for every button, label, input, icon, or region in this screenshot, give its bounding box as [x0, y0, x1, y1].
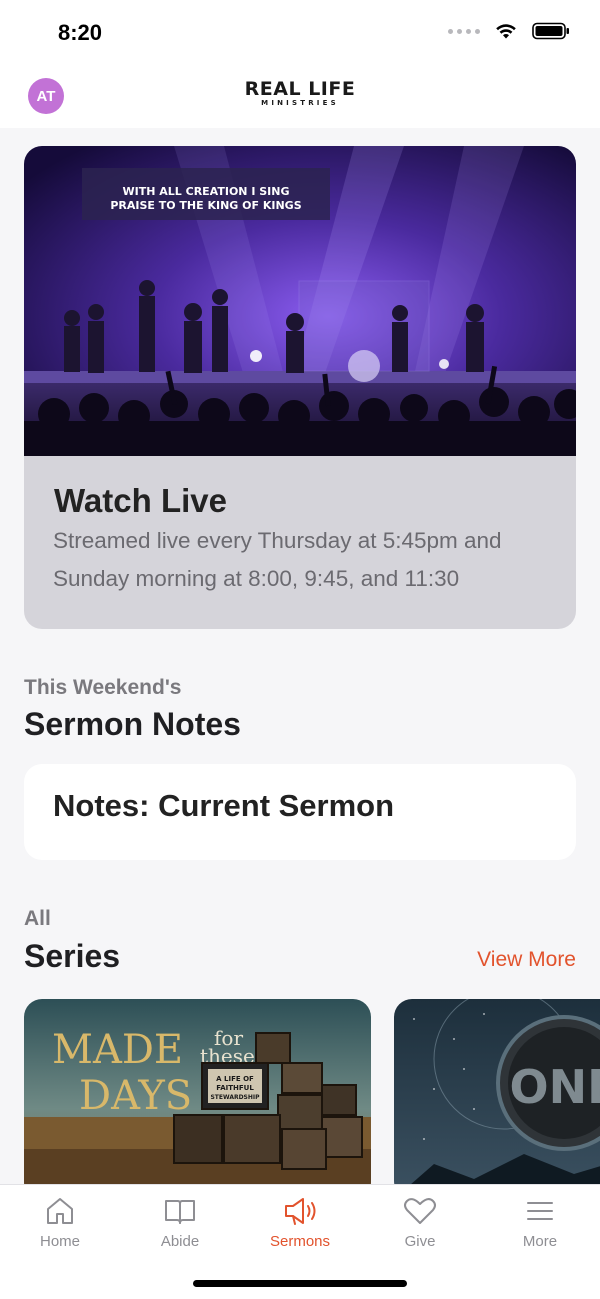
book-icon	[165, 1200, 195, 1224]
tab-abide-label: Abide	[160, 1233, 200, 1250]
tv-line-3: STEWARDSHIP	[210, 1094, 260, 1101]
wifi-icon	[496, 24, 516, 39]
series-title-line-2: DAYS	[79, 1073, 192, 1119]
series-title-line-1: MADE	[52, 1027, 183, 1073]
watch-live-title: Watch Live	[54, 482, 227, 519]
tv-line-2: FAITHFUL	[216, 1084, 254, 1092]
watch-live-description: Streamed live every Thursday at 5:45pm a…	[53, 528, 502, 591]
menu-icon	[527, 1202, 553, 1220]
tab-give[interactable]: Give	[360, 1195, 480, 1265]
app-header: AT REAL LIFE MINISTRIES	[0, 66, 600, 128]
series-card-made-for-these-days[interactable]: MADE DAYS for these A LIFE OF FAITHFUL S…	[24, 999, 371, 1185]
status-bar: 8:20	[0, 0, 600, 66]
home-icon	[47, 1198, 73, 1224]
worship-stage-image: WITH ALL CREATION I SING PRAISE TO THE K…	[24, 146, 576, 456]
one-series-title: ONE	[509, 1060, 600, 1114]
sermon-notes-title: Sermon Notes	[24, 706, 241, 742]
home-indicator	[193, 1280, 407, 1287]
logo: REAL LIFE MINISTRIES	[0, 80, 600, 108]
series-card-one[interactable]: ONE	[394, 999, 600, 1185]
tab-sermons[interactable]: Sermons	[240, 1195, 360, 1265]
tab-give-label: Give	[404, 1233, 436, 1250]
made-for-these-days-artwork: MADE DAYS for these A LIFE OF FAITHFUL S…	[24, 999, 371, 1185]
tab-more-label: More	[522, 1233, 558, 1250]
battery-icon	[532, 22, 569, 40]
tv-line-1: A LIFE OF	[216, 1075, 254, 1083]
signal-icon	[448, 28, 480, 34]
tab-more[interactable]: More	[480, 1195, 600, 1265]
status-icons	[448, 22, 570, 40]
one-series-artwork: ONE	[394, 999, 600, 1185]
logo-main: REAL LIFE	[244, 78, 356, 100]
logo-sub: MINISTRIES	[261, 99, 339, 107]
tab-sermons-label: Sermons	[269, 1233, 331, 1250]
megaphone-icon	[285, 1198, 316, 1225]
current-sermon-notes-label: Notes: Current Sermon	[53, 788, 395, 823]
current-sermon-notes-card[interactable]: Notes: Current Sermon	[24, 764, 576, 860]
heart-icon	[404, 1198, 436, 1224]
tab-home[interactable]: Home	[0, 1195, 120, 1265]
status-time: 8:20	[58, 20, 103, 45]
sermon-notes-eyebrow: This Weekend's	[24, 676, 182, 699]
watch-live-card[interactable]: WITH ALL CREATION I SING PRAISE TO THE K…	[24, 146, 576, 629]
series-eyebrow: All	[24, 907, 51, 930]
tab-abide[interactable]: Abide	[120, 1195, 240, 1265]
tab-home-label: Home	[39, 1233, 80, 1250]
series-carousel[interactable]: MADE DAYS for these A LIFE OF FAITHFUL S…	[0, 999, 600, 1185]
series-title: Series	[24, 938, 121, 974]
banner-line-2: PRAISE TO THE KING OF KINGS	[110, 199, 301, 212]
view-more-link[interactable]: View More	[477, 948, 576, 972]
banner-line-1: WITH ALL CREATION I SING	[123, 185, 290, 198]
